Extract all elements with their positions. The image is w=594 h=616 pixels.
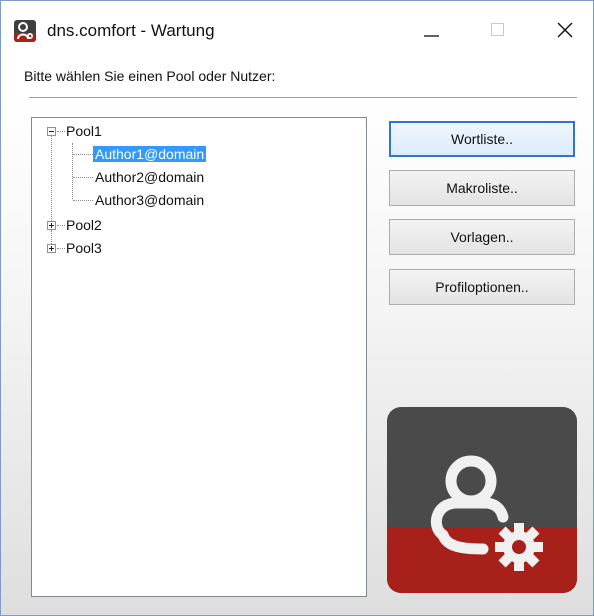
minimize-icon [424,35,439,37]
minimize-button[interactable] [393,13,439,47]
collapse-icon[interactable] [47,127,56,136]
separator [29,97,577,101]
title-bar[interactable]: dns.comfort - Wartung [1,1,593,61]
tree-item-label-selected: Author1@domain [93,146,207,162]
wortliste-button[interactable]: Wortliste.. [389,121,575,157]
window-title: dns.comfort - Wartung [47,21,215,40]
selection-prompt: Bitte wählen Sie einen Pool oder Nutzer: [24,68,276,84]
close-icon [557,22,573,38]
pool-user-tree[interactable]: Pool1 Author1@domain Author2@domain Auth… [31,117,367,597]
tree-item-label: Author3@domain [95,192,205,208]
makroliste-button[interactable]: Makroliste.. [389,170,575,206]
tree-item-label: Pool1 [66,123,102,139]
tree-item-pool1[interactable]: Pool1 [66,120,102,142]
maximize-button[interactable] [475,13,521,47]
tree-item-author1[interactable]: Author1@domain [93,143,207,165]
expand-icon[interactable] [47,244,56,253]
maximize-icon [491,23,504,36]
profiloptionen-button[interactable]: Profiloptionen.. [389,269,575,305]
tree-item-pool2[interactable]: Pool2 [66,214,102,236]
tree-item-pool3[interactable]: Pool3 [66,237,102,259]
tree-item-author2[interactable]: Author2@domain [95,166,204,188]
expand-icon[interactable] [47,221,56,230]
close-button[interactable] [541,13,587,47]
tree-item-label: Pool3 [66,240,102,256]
app-icon [14,20,36,42]
tree-item-label: Pool2 [66,217,102,233]
maintenance-window: dns.comfort - Wartung Bitte wählen Sie e… [0,0,594,616]
tree-item-author3[interactable]: Author3@domain [95,189,204,211]
tree-item-label: Author2@domain [95,169,205,185]
vorlagen-button[interactable]: Vorlagen.. [389,219,575,255]
user-gear-logo [387,407,577,593]
